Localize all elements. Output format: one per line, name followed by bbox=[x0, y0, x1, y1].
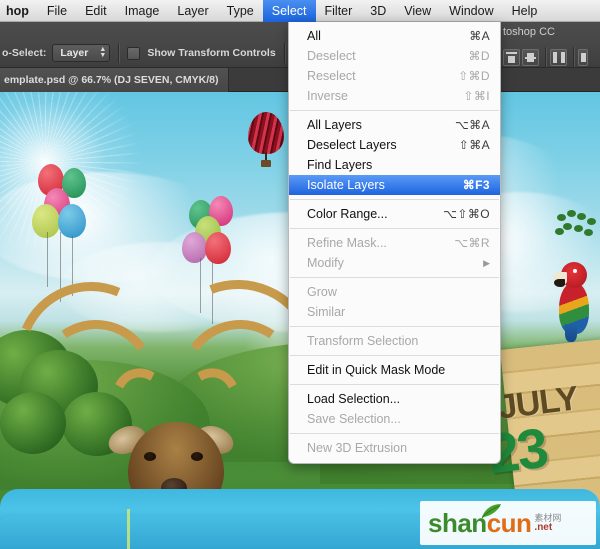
menu-separator bbox=[290, 199, 499, 200]
menu-edit[interactable]: Edit bbox=[76, 0, 116, 22]
three-d-mode-icon[interactable] bbox=[578, 48, 588, 66]
menu-item-shortcut: ⇧⌘D bbox=[458, 69, 490, 83]
menu-item-similar: Similar bbox=[289, 302, 500, 322]
menu-window[interactable]: Window bbox=[440, 0, 502, 22]
select-menu-dropdown[interactable]: All ⌘A Deselect ⌘D Reselect ⇧⌘D Inverse ⇧⌘I All … bbox=[288, 22, 501, 464]
menu-separator bbox=[290, 110, 499, 111]
menu-item-inverse: Inverse ⇧⌘I bbox=[289, 86, 500, 106]
menu-item-shortcut: ⌥⌘R bbox=[454, 236, 490, 250]
menu-item-shortcut: ⌘D bbox=[468, 49, 490, 63]
app-title: toshop CC bbox=[503, 26, 555, 38]
menu-item-new-3d-extrusion: New 3D Extrusion bbox=[289, 438, 500, 458]
menu-separator bbox=[290, 326, 499, 327]
leaf-icon bbox=[481, 504, 501, 519]
menu-layer[interactable]: Layer bbox=[168, 0, 217, 22]
menu-item-modify: Modify ▶ bbox=[289, 253, 500, 273]
menu-item-shortcut: ⇧⌘A bbox=[458, 138, 490, 152]
menu-item-label: Isolate Layers bbox=[307, 178, 385, 192]
hot-air-balloon bbox=[248, 112, 284, 170]
photoshop-window: JULY 23 SEVENSTYLES PRESENTS shan cun 素材… bbox=[0, 0, 600, 549]
menu-item-label: Inverse bbox=[307, 89, 348, 103]
menu-item-reselect: Reselect ⇧⌘D bbox=[289, 66, 500, 86]
align-tools-group bbox=[503, 46, 590, 68]
menu-item-label: New 3D Extrusion bbox=[307, 441, 408, 455]
menu-item-transform-selection: Transform Selection bbox=[289, 331, 500, 351]
menu-item-shortcut: ⇧⌘I bbox=[463, 89, 490, 103]
show-transform-label: Show Transform Controls bbox=[147, 47, 276, 59]
menu-item-label: Deselect Layers bbox=[307, 138, 397, 152]
menu-item-shortcut: ⌥⌘A bbox=[454, 118, 490, 132]
menu-item-isolate-layers[interactable]: Isolate Layers ⌘F3 bbox=[289, 175, 500, 195]
watermark-sub: 素材网 .net bbox=[534, 513, 561, 533]
menu-type[interactable]: Type bbox=[218, 0, 263, 22]
menu-item-refine-mask: Refine Mask... ⌥⌘R bbox=[289, 233, 500, 253]
auto-select-dropdown[interactable]: Layer ▲ ▼ bbox=[52, 44, 111, 62]
divider bbox=[573, 47, 574, 67]
document-tab-title: emplate.psd @ 66.7% (DJ SEVEN, CMYK/8) bbox=[4, 74, 219, 86]
watermark: shan cun 素材网 .net bbox=[420, 501, 596, 545]
menu-item-label: Transform Selection bbox=[307, 334, 419, 348]
chevron-updown-icon: ▲ ▼ bbox=[99, 46, 107, 59]
menu-item-label: Deselect bbox=[307, 49, 356, 63]
menu-item-label: Save Selection... bbox=[307, 412, 401, 426]
menu-item-label: Edit in Quick Mask Mode bbox=[307, 363, 446, 377]
divider bbox=[118, 43, 120, 63]
menu-item-label: Similar bbox=[307, 305, 346, 319]
menu-item-label: Reselect bbox=[307, 69, 356, 83]
menu-item-shortcut: ⌘A bbox=[469, 29, 490, 43]
menu-item-all-layers[interactable]: All Layers ⌥⌘A bbox=[289, 115, 500, 135]
menu-item-save-selection: Save Selection... bbox=[289, 409, 500, 429]
watermark-sub-net: .net bbox=[534, 521, 553, 533]
menu-select[interactable]: Select bbox=[262, 0, 316, 22]
menu-item-all[interactable]: All ⌘A bbox=[289, 26, 500, 46]
menu-view[interactable]: View bbox=[395, 0, 440, 22]
menu-item-find-layers[interactable]: Find Layers bbox=[289, 155, 500, 175]
menu-separator bbox=[290, 277, 499, 278]
foliage-sprig bbox=[555, 210, 600, 246]
menu-separator bbox=[290, 355, 499, 356]
align-vertical-centers-icon[interactable] bbox=[522, 48, 539, 66]
menu-item-deselect-layers[interactable]: Deselect Layers ⇧⌘A bbox=[289, 135, 500, 155]
show-transform-checkbox[interactable] bbox=[127, 46, 141, 60]
menu-item-label: Find Layers bbox=[307, 158, 373, 172]
auto-select-label: o-Select: bbox=[2, 47, 47, 59]
menu-help[interactable]: Help bbox=[503, 0, 547, 22]
menu-item-label: Color Range... bbox=[307, 207, 388, 221]
menu-photoshop[interactable]: hop bbox=[0, 0, 38, 22]
menu-file[interactable]: File bbox=[38, 0, 76, 22]
pool-seam bbox=[127, 509, 130, 549]
parrot bbox=[551, 260, 597, 342]
menu-item-color-range[interactable]: Color Range... ⌥⇧⌘O bbox=[289, 204, 500, 224]
align-top-edges-icon[interactable] bbox=[503, 48, 520, 66]
chevron-right-icon: ▶ bbox=[483, 257, 490, 268]
menu-separator bbox=[290, 228, 499, 229]
menu-item-shortcut: ⌥⇧⌘O bbox=[443, 207, 490, 221]
menu-item-label: Load Selection... bbox=[307, 392, 401, 406]
menu-item-load-selection[interactable]: Load Selection... bbox=[289, 389, 500, 409]
menu-item-edit-in-quick-mask-mode[interactable]: Edit in Quick Mask Mode bbox=[289, 360, 500, 380]
menu-image[interactable]: Image bbox=[116, 0, 169, 22]
distribute-horizontal-icon[interactable] bbox=[550, 48, 567, 66]
menu-item-grow: Grow bbox=[289, 282, 500, 302]
watermark-brand-first: shan bbox=[428, 507, 487, 538]
menu-separator bbox=[290, 384, 499, 385]
menu-item-label: All Layers bbox=[307, 118, 362, 132]
menu-item-label: Refine Mask... bbox=[307, 236, 387, 250]
menu-item-label: Modify bbox=[307, 256, 344, 270]
menu-item-shortcut: ⌘F3 bbox=[462, 178, 490, 192]
menu-item-label: Grow bbox=[307, 285, 337, 299]
document-tab[interactable]: emplate.psd @ 66.7% (DJ SEVEN, CMYK/8) bbox=[0, 68, 230, 92]
menu-separator bbox=[290, 433, 499, 434]
menu-bar: hop File Edit Image Layer Type Select Fi… bbox=[0, 0, 600, 22]
menu-item-deselect: Deselect ⌘D bbox=[289, 46, 500, 66]
menu-filter[interactable]: Filter bbox=[316, 0, 362, 22]
menu-item-label: All bbox=[307, 29, 321, 43]
menu-3d[interactable]: 3D bbox=[361, 0, 395, 22]
auto-select-value: Layer bbox=[60, 47, 89, 59]
divider bbox=[545, 47, 546, 67]
divider bbox=[283, 43, 285, 63]
